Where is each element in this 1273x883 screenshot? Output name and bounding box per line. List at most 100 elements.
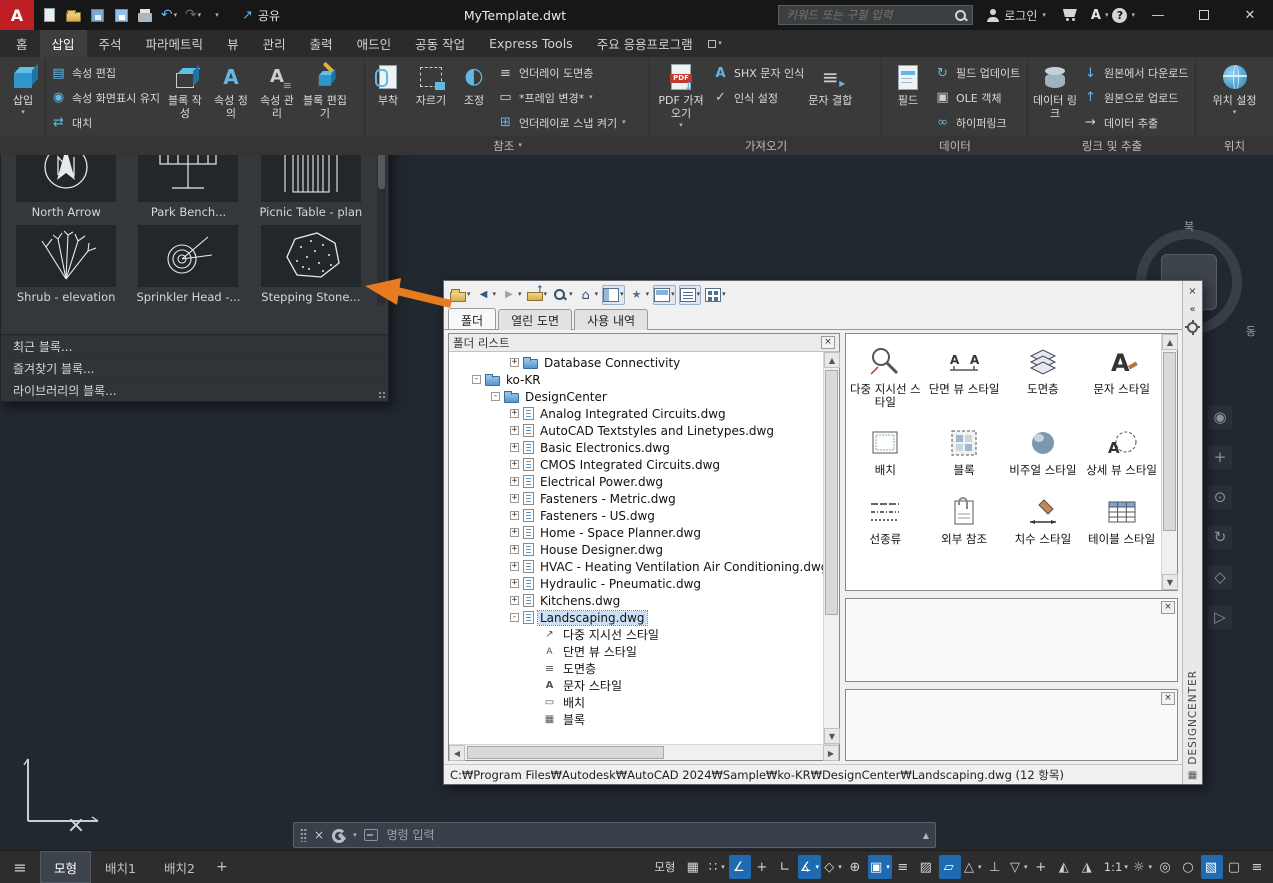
clip-button[interactable]: 자르기 [411, 60, 451, 136]
tree-expand-toggle[interactable]: - [472, 375, 481, 384]
save-button[interactable] [86, 3, 108, 27]
redo-button[interactable]: ↷ ▾ [182, 3, 204, 27]
scroll-right-icon[interactable]: ▶ [823, 745, 839, 761]
gizmo-icon[interactable]: ▾ [1031, 855, 1053, 879]
tree-item[interactable]: - Landscaping.dwg [449, 609, 823, 626]
osnap-tracking-icon[interactable]: ▾ [845, 855, 867, 879]
tree-item[interactable]: 배치 [449, 694, 823, 711]
tree-item[interactable]: + Analog Integrated Circuits.dwg [449, 405, 823, 422]
new-file-button[interactable] [38, 3, 60, 27]
load-icon[interactable]: ▾ [449, 285, 472, 305]
linking-panel-label[interactable]: 링크 및 추출 [1028, 136, 1196, 155]
save-as-button[interactable] [110, 3, 132, 27]
set-location-button[interactable]: 위치 설정 ▾ [1210, 60, 1260, 136]
sign-in-button[interactable]: 로그인 ▾ [979, 7, 1054, 24]
osnap-icon[interactable]: ▾ [867, 855, 892, 879]
clean-screen-icon[interactable]: ▾ [1224, 855, 1246, 879]
frame-setting-dropdown[interactable]: *프레임 변경*▾ [497, 86, 626, 110]
underlay-layers-button[interactable]: 언더레이 도면층 [497, 61, 626, 85]
up-icon[interactable]: ▾ [526, 285, 549, 305]
reference-panel-label[interactable]: 참조 ▾ [365, 136, 650, 155]
tree-expand-toggle[interactable]: + [510, 477, 519, 486]
create-block-button[interactable]: 블록 작성 [164, 60, 206, 136]
replace-block-button[interactable]: 대치 [50, 111, 160, 135]
tree-view-toggle-icon[interactable]: ▾ [602, 284, 625, 305]
extract-data-button[interactable]: 데이터 추출 [1082, 111, 1188, 135]
autodesk-app-button[interactable]: A [1087, 8, 1105, 23]
content-item-linetypes[interactable]: 선종류 [846, 494, 925, 546]
ribbon-tab[interactable]: 관리 [251, 30, 298, 57]
help-search-box[interactable] [778, 5, 974, 25]
tree-item[interactable]: 다중 지시선 스타일 [449, 626, 823, 643]
layout-tab[interactable]: 배치1 [91, 851, 150, 883]
tree-item[interactable]: + Basic Electronics.dwg [449, 439, 823, 456]
content-item-text-style[interactable]: A 문자 스타일 [1082, 344, 1161, 409]
isodraft-icon[interactable]: ▾ [822, 855, 844, 879]
command-close-icon[interactable]: × [314, 828, 324, 842]
content-vertical-scrollbar[interactable]: ▲ ▼ [1161, 334, 1178, 590]
adjust-button[interactable]: 조정 [455, 60, 493, 136]
tree-expand-toggle[interactable]: + [510, 511, 519, 520]
dc-tab[interactable]: 폴더 [448, 308, 497, 329]
command-history-icon[interactable]: ▲ [923, 831, 929, 840]
open-file-button[interactable] [62, 3, 84, 27]
define-attributes-button[interactable]: 속성 정의 [210, 60, 252, 136]
tree-item[interactable]: + Database Connectivity [449, 354, 823, 371]
ribbon-tab[interactable]: 공동 작업 [403, 30, 477, 57]
command-drag-handle[interactable] [300, 828, 307, 842]
forward-icon[interactable]: ▾ [500, 285, 523, 305]
content-item-layers[interactable]: 도면층 [1004, 344, 1083, 409]
scrollbar-thumb[interactable] [467, 746, 664, 759]
tree-horizontal-scrollbar[interactable]: ◀ ▶ [449, 744, 839, 761]
tree-item[interactable]: 블록 [449, 711, 823, 728]
scroll-down-icon[interactable]: ▼ [1162, 574, 1178, 590]
content-item-detail-view-style[interactable]: A 상세 뷰 스타일 [1082, 425, 1161, 477]
description-close-icon[interactable]: × [1161, 692, 1175, 705]
showmotion-icon[interactable]: ◇ [1208, 565, 1232, 589]
content-item-blocks[interactable]: 블록 [925, 425, 1004, 477]
keep-attribute-display-button[interactable]: 속성 화면표시 유지 [50, 86, 160, 110]
tree-item[interactable]: + Home - Space Planner.dwg [449, 524, 823, 541]
search-icon[interactable] [954, 9, 967, 22]
recent-blocks-item[interactable]: 최근 블록... [1, 335, 388, 357]
library-blocks-item[interactable]: 라이브러리의 블록... [1, 379, 388, 401]
tree-expand-toggle[interactable]: + [510, 460, 519, 469]
content-item-layouts[interactable]: 배치 [846, 425, 925, 477]
plot-button[interactable] [134, 3, 156, 27]
tree-expand-toggle[interactable]: - [491, 392, 500, 401]
data-link-button[interactable]: 데이터 링크 [1032, 60, 1078, 136]
share-button[interactable]: ↗ 공유 [232, 7, 290, 24]
tree-expand-toggle[interactable]: - [510, 613, 519, 622]
ribbon-tab[interactable]: 주석 [87, 30, 134, 57]
application-menu-button[interactable]: A [0, 0, 34, 30]
gallery-scrollbar[interactable] [377, 141, 386, 305]
preview-close-icon[interactable]: × [1161, 601, 1175, 614]
lineweight-icon[interactable]: ▾ [893, 855, 915, 879]
views-icon[interactable]: ▾ [704, 285, 727, 305]
tree-item[interactable]: - ko-KR [449, 371, 823, 388]
tree-item[interactable]: + Electrical Power.dwg [449, 473, 823, 490]
content-item-dimension-styles[interactable]: 치수 스타일 [1004, 494, 1083, 546]
help-icon[interactable]: ? [1112, 7, 1128, 23]
annotation-monitor-icon[interactable]: ▾ [1155, 855, 1177, 879]
location-panel-label[interactable]: 위치 [1196, 136, 1273, 155]
tree-item[interactable]: + CMOS Integrated Circuits.dwg [449, 456, 823, 473]
polar-tracking-icon[interactable]: ▾ [797, 855, 821, 879]
tree-item[interactable]: + Fasteners - Metric.dwg [449, 490, 823, 507]
annotation-visibility-icon[interactable]: ▾ [1054, 855, 1076, 879]
dc-autohide-icon[interactable]: « [1186, 302, 1200, 316]
content-item-xrefs[interactable]: 외부 참조 [925, 494, 1004, 546]
snap-to-underlay-dropdown[interactable]: 언더레이로 스냅 켜기▾ [497, 111, 626, 135]
ribbon-tab[interactable]: 삽입 [39, 30, 87, 57]
grid-icon[interactable]: ▾ [683, 855, 705, 879]
tree-item[interactable]: + House Designer.dwg [449, 541, 823, 558]
command-input[interactable] [384, 827, 916, 843]
attach-button[interactable]: 부착 [369, 60, 407, 136]
viewcube-east-label[interactable]: 동 [1246, 323, 1256, 339]
isolate-objects-icon[interactable]: ▾ [1178, 855, 1200, 879]
ribbon-tab[interactable]: 애드인 [345, 30, 404, 57]
tree-expand-toggle[interactable]: + [510, 562, 519, 571]
gallery-block-sprinkler-head[interactable]: Sprinkler Head -... [127, 222, 249, 307]
customization-icon[interactable]: ▾ [1247, 855, 1269, 879]
block-editor-button[interactable]: 블록 편집기 [302, 60, 348, 136]
